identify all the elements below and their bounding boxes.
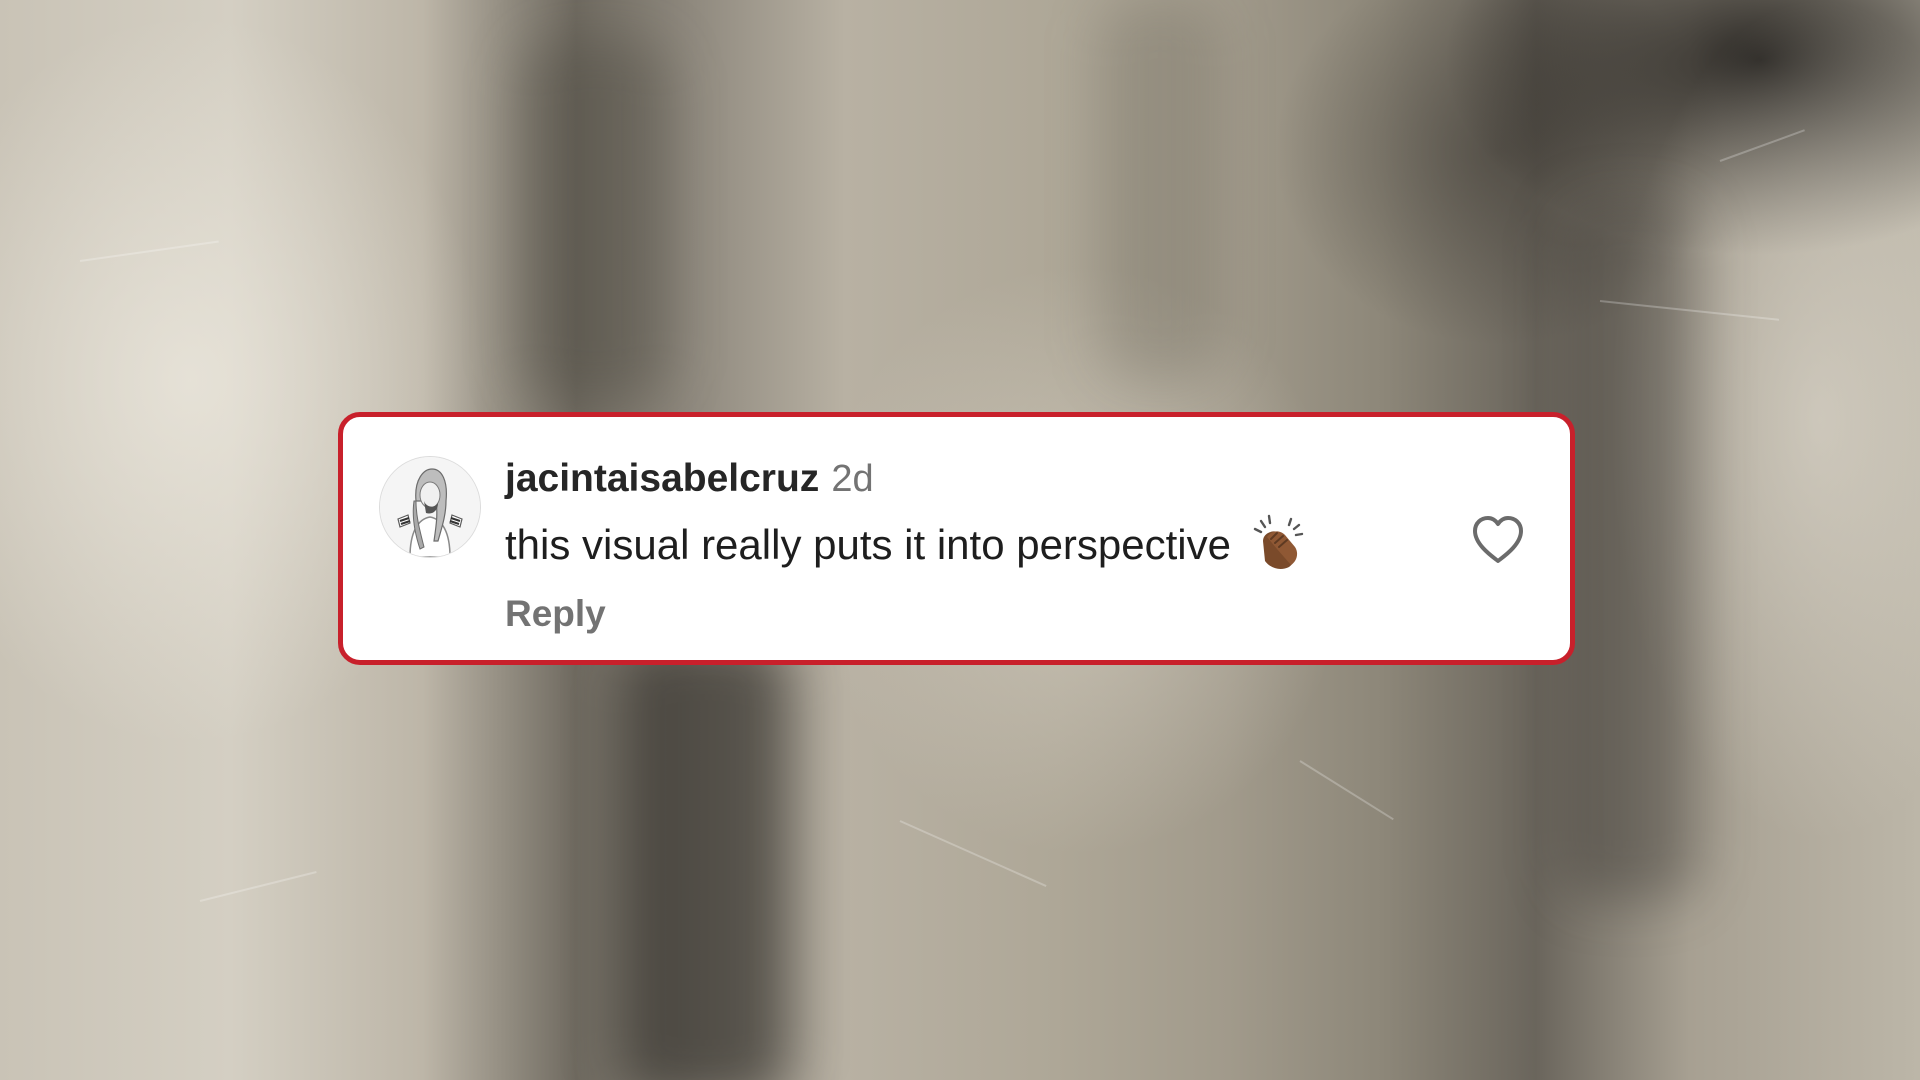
comment-timestamp: 2d (831, 458, 874, 500)
comment-content: this visual really puts it into perspect… (505, 514, 1309, 573)
comment-text: this visual really puts it into perspect… (505, 521, 1231, 568)
comment-body: jacintaisabelcruz 2d this visual really … (505, 457, 1309, 635)
comment-card: jacintaisabelcruz 2d this visual really … (338, 412, 1575, 665)
user-avatar[interactable] (379, 456, 481, 558)
like-button[interactable] (1471, 515, 1525, 565)
clapping-hands-icon (1247, 511, 1309, 573)
comment-header: jacintaisabelcruz 2d (505, 457, 1309, 501)
heart-outline-icon (1473, 516, 1523, 563)
comment-username[interactable]: jacintaisabelcruz (505, 457, 819, 501)
reply-button[interactable]: Reply (505, 593, 606, 635)
sketch-portrait-avatar-icon (380, 457, 480, 557)
